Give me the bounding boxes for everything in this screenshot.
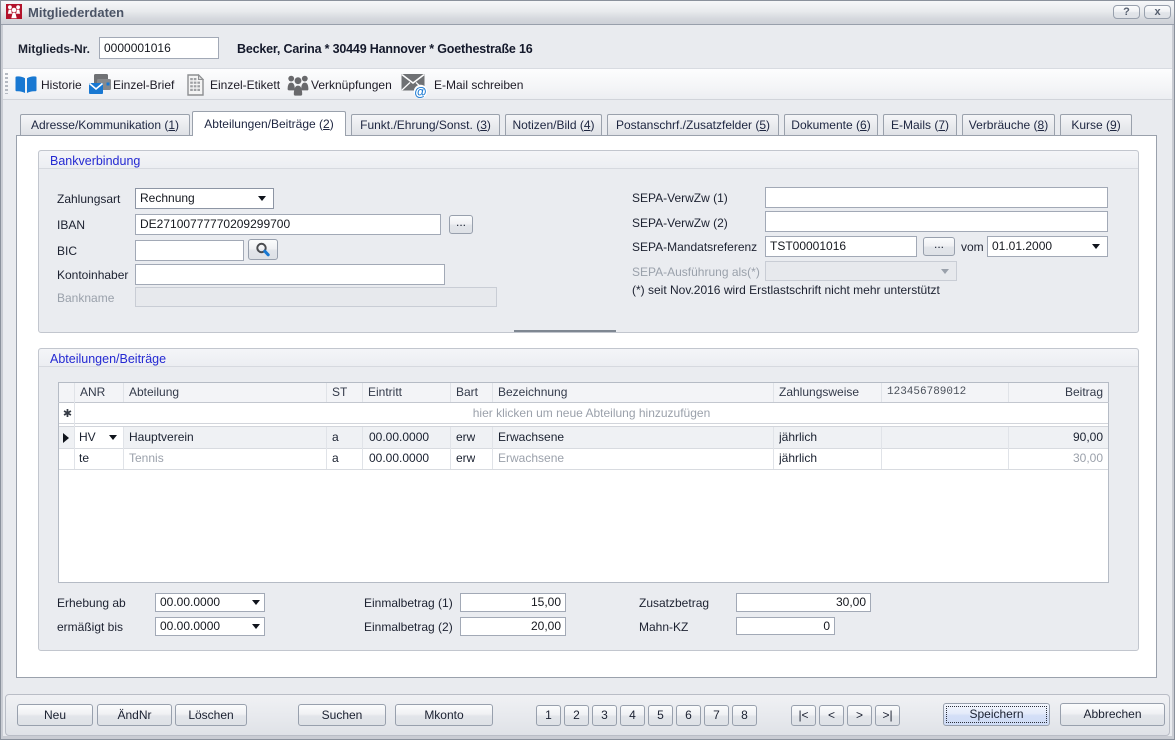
svg-text:@: @ (414, 85, 426, 99)
